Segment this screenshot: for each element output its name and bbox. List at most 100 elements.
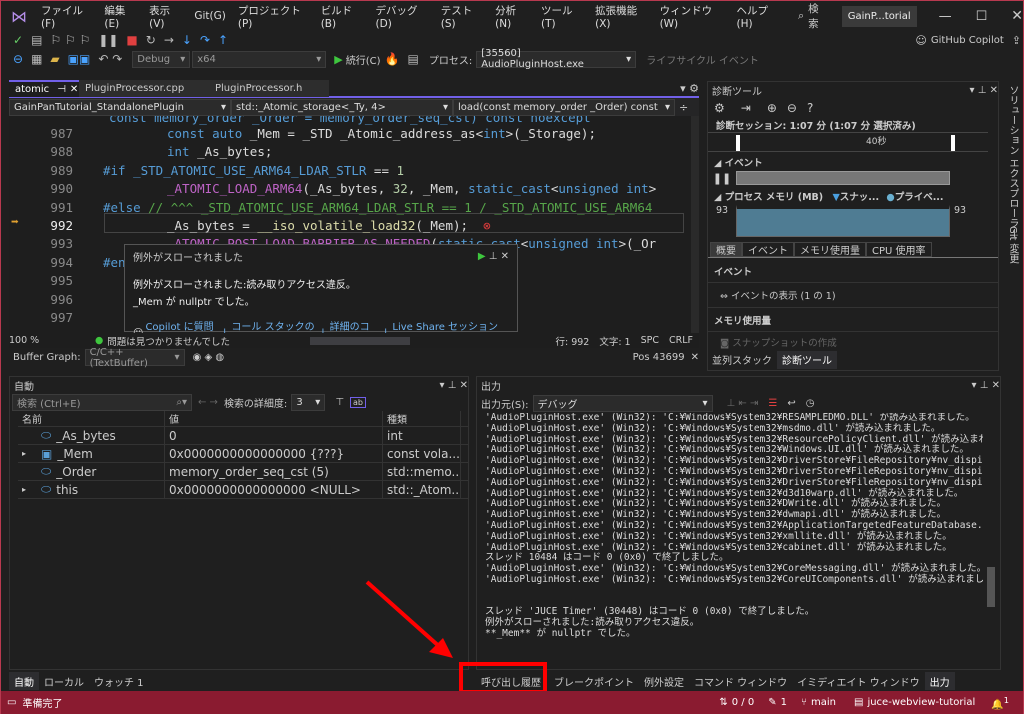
zoom-level[interactable]: 100 % bbox=[9, 335, 61, 346]
lifecycle-events-button[interactable]: ライフサイクル イベント bbox=[646, 52, 759, 67]
git-repo[interactable]: juce-webview-tutorial bbox=[867, 697, 975, 708]
column-number[interactable]: 文字: 1 bbox=[599, 334, 630, 348]
tab-git-changes[interactable]: Git 変更 bbox=[1005, 226, 1020, 264]
output-text[interactable]: 'AudioPluginHost.exe' (Win32): 'C:¥Windo… bbox=[477, 413, 983, 651]
pin-icon[interactable]: ⊥ bbox=[489, 251, 498, 262]
member-select[interactable]: load(const memory_order _Order) const ▾ bbox=[453, 98, 675, 116]
memory-chart[interactable] bbox=[736, 205, 950, 237]
variable-value[interactable]: 0x0000000000000000 {???} bbox=[165, 445, 383, 462]
close-button[interactable]: ✕ bbox=[1011, 8, 1023, 24]
panel-controls[interactable]: ▾ ⊥ ✕ bbox=[440, 380, 468, 391]
tab-output[interactable]: 出力 bbox=[924, 672, 955, 690]
panel-controls[interactable]: ▾ ⊥ ✕ bbox=[972, 380, 1000, 391]
new-project-icon[interactable]: ▦ bbox=[31, 52, 42, 66]
settings-icon[interactable]: ⚙ bbox=[714, 101, 725, 115]
undo-icon[interactable]: ↶ ↷ bbox=[98, 52, 122, 66]
tab-immediate-window[interactable]: イミディエイト ウィンドウ bbox=[792, 672, 924, 690]
menu-item[interactable]: 分析(N) bbox=[495, 3, 529, 30]
bookmark-icon[interactable]: ⚐ ⚐ ⚐ bbox=[50, 33, 90, 47]
tab-pluginprocessor-cpp[interactable]: PluginProcessor.cpp bbox=[79, 80, 209, 97]
diag-tab[interactable]: 概要 bbox=[710, 241, 742, 257]
pin-icon[interactable]: ⊣ bbox=[57, 84, 66, 95]
tab-breakpoints[interactable]: ブレークポイント bbox=[549, 672, 639, 690]
maximize-button[interactable]: ☐ bbox=[976, 9, 988, 24]
tab-autos[interactable]: 自動 bbox=[9, 672, 39, 690]
export-icon[interactable]: ⇥ bbox=[741, 101, 751, 115]
expand-icon[interactable]: ▸ bbox=[22, 485, 36, 494]
output-icon[interactable]: ▭ bbox=[7, 697, 16, 708]
graph-icons[interactable]: ◉ ◈ ◍ bbox=[193, 352, 225, 363]
open-icon[interactable]: ▰ bbox=[50, 52, 59, 66]
tab-pluginprocessor-h[interactable]: PluginProcessor.h bbox=[209, 80, 329, 97]
take-snapshot-button[interactable]: ◙ スナップショットの作成 bbox=[708, 332, 998, 352]
zoom-in-icon[interactable]: ⊕ bbox=[767, 101, 777, 115]
save-icon[interactable]: ▣▣ bbox=[68, 52, 91, 66]
line-ending[interactable]: CRLF bbox=[669, 335, 693, 346]
autos-row[interactable]: ⬭ _Order memory_order_seq_cst (5) std::memo… bbox=[18, 463, 468, 481]
git-sync-status[interactable]: 0 / 0 bbox=[732, 697, 754, 708]
autos-row[interactable]: ▸ ⬭ this 0x0000000000000000 <NULL> std::_Ato… bbox=[18, 481, 468, 499]
menu-item[interactable]: デバッグ(D) bbox=[376, 3, 429, 30]
find-icon[interactable]: ▤ bbox=[407, 52, 418, 66]
tab-locals[interactable]: ローカル bbox=[39, 672, 89, 690]
buffer-graph-select[interactable]: C/C++ (TextBuffer) ▾ bbox=[84, 347, 185, 369]
autos-row[interactable]: ▸ ▣ _Mem 0x0000000000000000 {???} const vola… bbox=[18, 445, 468, 463]
search-nav-icons[interactable]: ← → bbox=[198, 397, 218, 408]
events-track[interactable] bbox=[736, 171, 950, 185]
process-select[interactable]: [35560] AudioPluginHost.exe ▾ bbox=[476, 48, 637, 70]
menu-item[interactable]: 拡張機能(X) bbox=[595, 3, 647, 30]
project-select[interactable]: GainPanTutorial_StandalonePlugin ▾ bbox=[9, 98, 231, 116]
menu-item[interactable]: 編集(E) bbox=[104, 3, 137, 30]
panel-controls[interactable]: ▾ ⊥ ✕ bbox=[970, 85, 998, 96]
git-branch[interactable]: main bbox=[811, 697, 836, 708]
autos-row[interactable]: ⬭ _As_bytes 0 int bbox=[18, 427, 468, 445]
variable-value[interactable]: memory_order_seq_cst (5) bbox=[165, 463, 383, 480]
spell-check-icon[interactable]: ✓ bbox=[13, 33, 23, 47]
hex-toggle-icon[interactable]: ab bbox=[350, 396, 367, 408]
scope-select[interactable]: std::_Atomic_storage<_Ty, 4> ▾ bbox=[231, 98, 453, 116]
menu-item[interactable]: ファイル(F) bbox=[41, 3, 92, 30]
menu-item[interactable]: プロジェクト(P) bbox=[238, 3, 309, 30]
tab-solution-explorer[interactable]: ソリューション エクスプローラー bbox=[1005, 85, 1020, 238]
tab-watch-1[interactable]: ウォッチ 1 bbox=[89, 672, 149, 690]
copilot-icon[interactable]: ☺ bbox=[915, 34, 926, 47]
tab-diagnostic-tools[interactable]: 診断ツール bbox=[777, 350, 837, 369]
search-button[interactable]: 検索 bbox=[808, 1, 828, 31]
pending-changes[interactable]: 1 bbox=[781, 697, 787, 708]
close-icon[interactable]: ✕ bbox=[501, 251, 509, 262]
continue-button[interactable]: 続行(C) bbox=[346, 52, 381, 67]
minimize-button[interactable]: — bbox=[939, 9, 952, 24]
editor-scrollbar[interactable] bbox=[691, 116, 699, 333]
search-icon[interactable]: ⌕ bbox=[798, 9, 804, 23]
diag-tab[interactable]: イベント bbox=[742, 241, 794, 257]
pause-icon[interactable]: ❚❚ bbox=[98, 33, 118, 47]
variable-value[interactable]: 0 bbox=[165, 427, 383, 444]
output-source-select[interactable]: デバッグ ▾ bbox=[532, 394, 713, 412]
timestamp-icon[interactable]: ◷ bbox=[806, 398, 815, 409]
platform-select[interactable]: x64 ▾ bbox=[192, 50, 327, 68]
share-icon[interactable]: ⇪ bbox=[1012, 34, 1021, 47]
output-scrollbar[interactable] bbox=[987, 567, 995, 607]
notification-icon[interactable]: 🔔1 bbox=[991, 695, 1009, 710]
close-tab-icon[interactable]: ✕ bbox=[70, 84, 78, 95]
step-into-icon[interactable]: ↓ bbox=[182, 33, 192, 47]
show-events-link[interactable]: ⇔ イベントの表示 (1 の 1) bbox=[708, 283, 998, 308]
restart-icon[interactable]: ↻ bbox=[146, 33, 156, 47]
search-depth-select[interactable]: 3 ▾ bbox=[291, 393, 326, 411]
expand-icon[interactable]: ▸ bbox=[22, 449, 36, 458]
menu-item[interactable]: ビルド(B) bbox=[321, 3, 364, 30]
word-wrap-icon[interactable]: ↩ bbox=[787, 398, 795, 409]
issues-status[interactable]: 問題は見つかりませんでした bbox=[107, 334, 230, 348]
menu-item[interactable]: テスト(S) bbox=[441, 3, 483, 30]
menu-item[interactable]: 表示(V) bbox=[149, 3, 182, 30]
back-icon[interactable]: ⊖ bbox=[13, 52, 23, 66]
diag-tab[interactable]: メモリ使用量 bbox=[794, 241, 866, 257]
split-icon[interactable]: ÷ bbox=[679, 101, 688, 114]
horizontal-scrollbar[interactable] bbox=[310, 336, 411, 345]
tab-atomic[interactable]: atomic ⊣ ✕ bbox=[9, 80, 79, 97]
error-icon[interactable]: ⊗ bbox=[468, 218, 491, 233]
line-number[interactable]: 行: 992 bbox=[555, 334, 589, 348]
menu-item[interactable]: ウィンドウ(W) bbox=[660, 3, 725, 30]
autos-search-input[interactable]: 検索 (Ctrl+E) ⌕▾ bbox=[12, 393, 192, 411]
continue-icon[interactable]: ▶ bbox=[478, 251, 486, 262]
